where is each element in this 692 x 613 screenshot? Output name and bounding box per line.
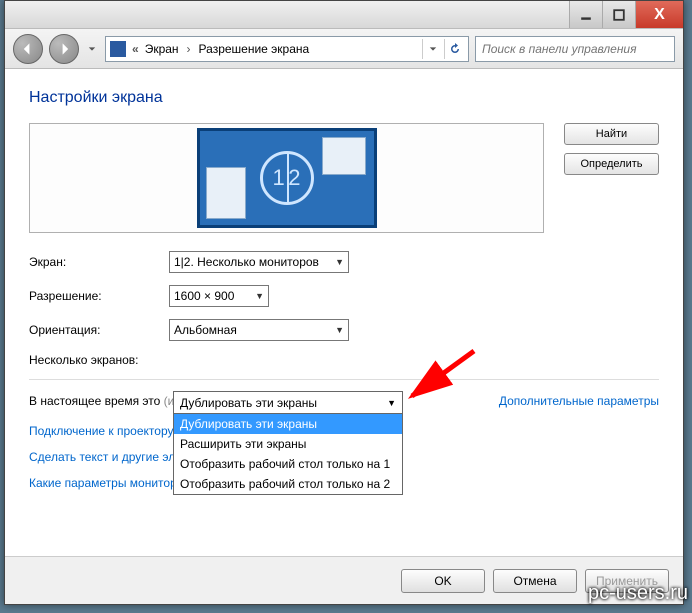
close-icon: X <box>654 6 665 24</box>
minimize-button[interactable] <box>569 1 602 28</box>
monitor-window-thumb <box>322 137 366 175</box>
navbar: « Экран Разрешение экрана <box>5 29 683 69</box>
chevron-down-icon: ▼ <box>335 257 344 267</box>
search-box[interactable] <box>475 36 675 62</box>
dropdown-option-duplicate[interactable]: Дублировать эти экраны <box>174 414 402 434</box>
address-bar[interactable]: « Экран Разрешение экрана <box>105 36 469 62</box>
search-input[interactable] <box>482 42 668 56</box>
row-screen: Экран: 1|2. Несколько мониторов▼ <box>29 251 659 273</box>
back-button[interactable] <box>13 34 43 64</box>
row-resolution: Разрешение: 1600 × 900▼ <box>29 285 659 307</box>
watermark: pc-users.ru <box>588 582 688 605</box>
forward-button[interactable] <box>49 34 79 64</box>
label-orientation: Ориентация: <box>29 323 169 337</box>
label-multiple-displays: Несколько экранов: <box>29 353 169 367</box>
monitor-thumbnail[interactable]: 1 2 <box>197 128 377 228</box>
row-multiple-displays: Несколько экранов: <box>29 353 659 367</box>
address-dropdown-icon[interactable] <box>422 39 442 59</box>
nav-history-dropdown[interactable] <box>85 35 99 63</box>
status-text: В настоящее время это <box>29 394 164 408</box>
separator <box>29 379 659 380</box>
monitor-preview-row: 1 2 Найти Определить <box>29 123 659 233</box>
select-orientation[interactable]: Альбомная▼ <box>169 319 349 341</box>
find-button[interactable]: Найти <box>564 123 659 145</box>
monitor-window-thumb <box>206 167 246 219</box>
multiple-displays-dropdown[interactable]: Дублировать эти экраны ▼ Дублировать эти… <box>173 391 403 495</box>
dropdown-selected-header[interactable]: Дублировать эти экраны ▼ <box>174 392 402 414</box>
projector-link[interactable]: Подключение к проектору <box>29 424 174 438</box>
label-screen: Экран: <box>29 255 169 269</box>
refresh-icon[interactable] <box>444 39 464 59</box>
label-resolution: Разрешение: <box>29 289 169 303</box>
advanced-settings-link[interactable]: Дополнительные параметры <box>499 394 659 408</box>
ok-button[interactable]: OK <box>401 569 485 593</box>
breadcrumb-prefix: « <box>132 42 139 56</box>
titlebar: X <box>5 1 683 29</box>
select-screen[interactable]: 1|2. Несколько мониторов▼ <box>169 251 349 273</box>
dropdown-option-extend[interactable]: Расширить эти экраны <box>174 434 402 454</box>
breadcrumb-screen[interactable]: Экран <box>145 42 179 56</box>
identify-button[interactable]: Определить <box>564 153 659 175</box>
preview-side-buttons: Найти Определить <box>564 123 659 175</box>
dropdown-option-show-only-2[interactable]: Отобразить рабочий стол только на 2 <box>174 474 402 494</box>
monitor-number-badge: 1 2 <box>260 151 314 205</box>
row-orientation: Ориентация: Альбомная▼ <box>29 319 659 341</box>
window: X « Экран Разрешение экрана Н <box>4 0 684 605</box>
breadcrumb-resolution[interactable]: Разрешение экрана <box>199 42 310 56</box>
page-title: Настройки экрана <box>29 89 659 107</box>
cancel-button[interactable]: Отмена <box>493 569 577 593</box>
dropdown-option-show-only-1[interactable]: Отобразить рабочий стол только на 1 <box>174 454 402 474</box>
breadcrumb-separator <box>185 42 193 56</box>
chevron-down-icon: ▼ <box>387 398 396 408</box>
select-resolution[interactable]: 1600 × 900▼ <box>169 285 269 307</box>
chevron-down-icon: ▼ <box>335 325 344 335</box>
button-bar: OK Отмена Применить <box>5 556 683 604</box>
maximize-button[interactable] <box>602 1 635 28</box>
close-button[interactable]: X <box>635 1 683 28</box>
control-panel-icon <box>110 41 126 57</box>
monitor-preview[interactable]: 1 2 <box>29 123 544 233</box>
chevron-down-icon: ▼ <box>255 291 264 301</box>
